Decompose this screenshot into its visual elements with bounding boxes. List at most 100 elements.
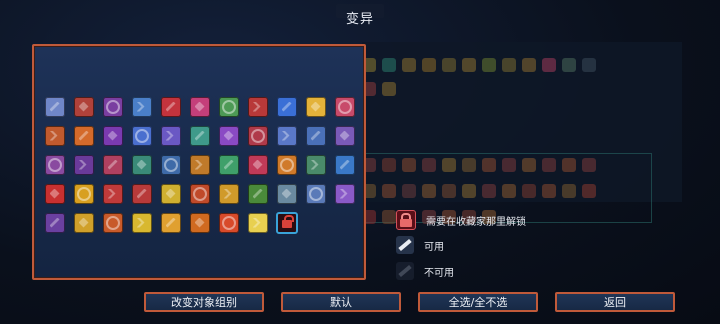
- mutation-icon-24: [73, 154, 94, 175]
- unavailable-icon: [396, 262, 414, 280]
- mutation-cell[interactable]: [214, 150, 243, 179]
- mutation-cell[interactable]: [127, 121, 156, 150]
- mutation-icon-31: [276, 154, 297, 175]
- background-icon-row: [362, 184, 596, 204]
- mutation-icon-19: [247, 125, 268, 146]
- mutation-icon-45: [44, 212, 65, 233]
- mutation-icon-34: [44, 183, 65, 204]
- mutation-cell[interactable]: [40, 150, 69, 179]
- mutation-cell[interactable]: [301, 179, 330, 208]
- mutation-cell[interactable]: [301, 92, 330, 121]
- mutation-cell[interactable]: [69, 179, 98, 208]
- mutation-icon-41: [247, 183, 268, 204]
- mutation-cell[interactable]: [185, 208, 214, 237]
- mutation-icon-32: [305, 154, 326, 175]
- mutation-cell[interactable]: [272, 179, 301, 208]
- mutation-icon-37: [131, 183, 152, 204]
- mutation-cell[interactable]: [272, 150, 301, 179]
- mutation-cell[interactable]: [69, 121, 98, 150]
- select-all-button[interactable]: 全选/全不选: [418, 292, 538, 312]
- mutation-cell[interactable]: [214, 179, 243, 208]
- mutation-cell[interactable]: [156, 92, 185, 121]
- legend-unavailable: 不可用: [396, 262, 454, 280]
- mutation-cell[interactable]: [98, 92, 127, 121]
- mutation-cell[interactable]: [214, 92, 243, 121]
- mutation-cell[interactable]: [330, 121, 359, 150]
- page-title: 变异: [345, 12, 374, 27]
- mutation-icon-49: [160, 212, 181, 233]
- mutation-icon-4: [131, 96, 152, 117]
- mutation-icon-3: [102, 96, 123, 117]
- mutation-icon-29: [218, 154, 239, 175]
- mutation-icon-35: [73, 183, 94, 204]
- mutation-cell[interactable]: [156, 121, 185, 150]
- default-button[interactable]: 默认: [281, 292, 401, 312]
- mutation-cell[interactable]: [243, 179, 272, 208]
- mutation-cell[interactable]: [156, 150, 185, 179]
- mutation-icon-12: [44, 125, 65, 146]
- lock-icon: [275, 211, 298, 234]
- mutation-cell[interactable]: [185, 121, 214, 150]
- mutation-icon-21: [305, 125, 326, 146]
- mutation-cell[interactable]: [40, 179, 69, 208]
- mutation-cell[interactable]: [185, 92, 214, 121]
- mutation-cell[interactable]: [330, 179, 359, 208]
- mutation-cell[interactable]: [40, 208, 69, 237]
- mutation-panel: [32, 44, 366, 280]
- back-button[interactable]: 返回: [555, 292, 675, 312]
- mutation-cell[interactable]: [330, 150, 359, 179]
- mutation-icon-40: [218, 183, 239, 204]
- mutation-icon-20: [276, 125, 297, 146]
- mutation-cell[interactable]: [330, 92, 359, 121]
- legend-locked-text: 需要在收藏家那里解锁: [426, 216, 526, 228]
- mutation-cell[interactable]: [156, 179, 185, 208]
- mutation-cell[interactable]: [127, 150, 156, 179]
- mutation-cell-locked[interactable]: [272, 208, 301, 237]
- mutation-icon-46: [73, 212, 94, 233]
- mutation-icon-36: [102, 183, 123, 204]
- mutation-cell[interactable]: [243, 121, 272, 150]
- background-icon-row: [362, 82, 396, 102]
- mutation-icon-48: [131, 212, 152, 233]
- mutation-icon-50: [189, 212, 210, 233]
- mutation-cell[interactable]: [214, 121, 243, 150]
- mutation-icon-17: [189, 125, 210, 146]
- mutation-icon-11: [334, 96, 355, 117]
- mutation-cell[interactable]: [272, 92, 301, 121]
- mutation-cell[interactable]: [69, 208, 98, 237]
- change-group-button[interactable]: 改变对象组别: [144, 292, 264, 312]
- mutation-cell[interactable]: [69, 150, 98, 179]
- mutation-icon-2: [73, 96, 94, 117]
- mutation-cell[interactable]: [301, 150, 330, 179]
- mutation-icon-9: [276, 96, 297, 117]
- mutation-cell[interactable]: [185, 150, 214, 179]
- mutation-cell[interactable]: [243, 150, 272, 179]
- mutation-cell[interactable]: [214, 208, 243, 237]
- legend-available-text: 可用: [424, 241, 444, 253]
- mutation-cell[interactable]: [156, 208, 185, 237]
- mutation-cell[interactable]: [69, 92, 98, 121]
- mutation-cell[interactable]: [98, 179, 127, 208]
- mutation-icon-27: [160, 154, 181, 175]
- mutation-cell[interactable]: [127, 208, 156, 237]
- mutation-icon-18: [218, 125, 239, 146]
- mutation-cell[interactable]: [127, 179, 156, 208]
- mutation-cell[interactable]: [40, 92, 69, 121]
- mutation-cell[interactable]: [243, 92, 272, 121]
- mutation-cell[interactable]: [40, 121, 69, 150]
- mutation-icon-33: [334, 154, 355, 175]
- mutation-cell[interactable]: [243, 208, 272, 237]
- mutation-icon-5: [160, 96, 181, 117]
- mutation-icon-28: [189, 154, 210, 175]
- mutation-cell[interactable]: [98, 121, 127, 150]
- mutation-cell[interactable]: [272, 121, 301, 150]
- mutation-icon-26: [131, 154, 152, 175]
- mutation-cell[interactable]: [98, 208, 127, 237]
- background-icon-row: [362, 158, 596, 178]
- mutation-icon-15: [131, 125, 152, 146]
- mutation-cell[interactable]: [301, 121, 330, 150]
- mutation-cell[interactable]: [127, 92, 156, 121]
- mutation-icon-6: [189, 96, 210, 117]
- mutation-cell[interactable]: [98, 150, 127, 179]
- mutation-cell[interactable]: [185, 179, 214, 208]
